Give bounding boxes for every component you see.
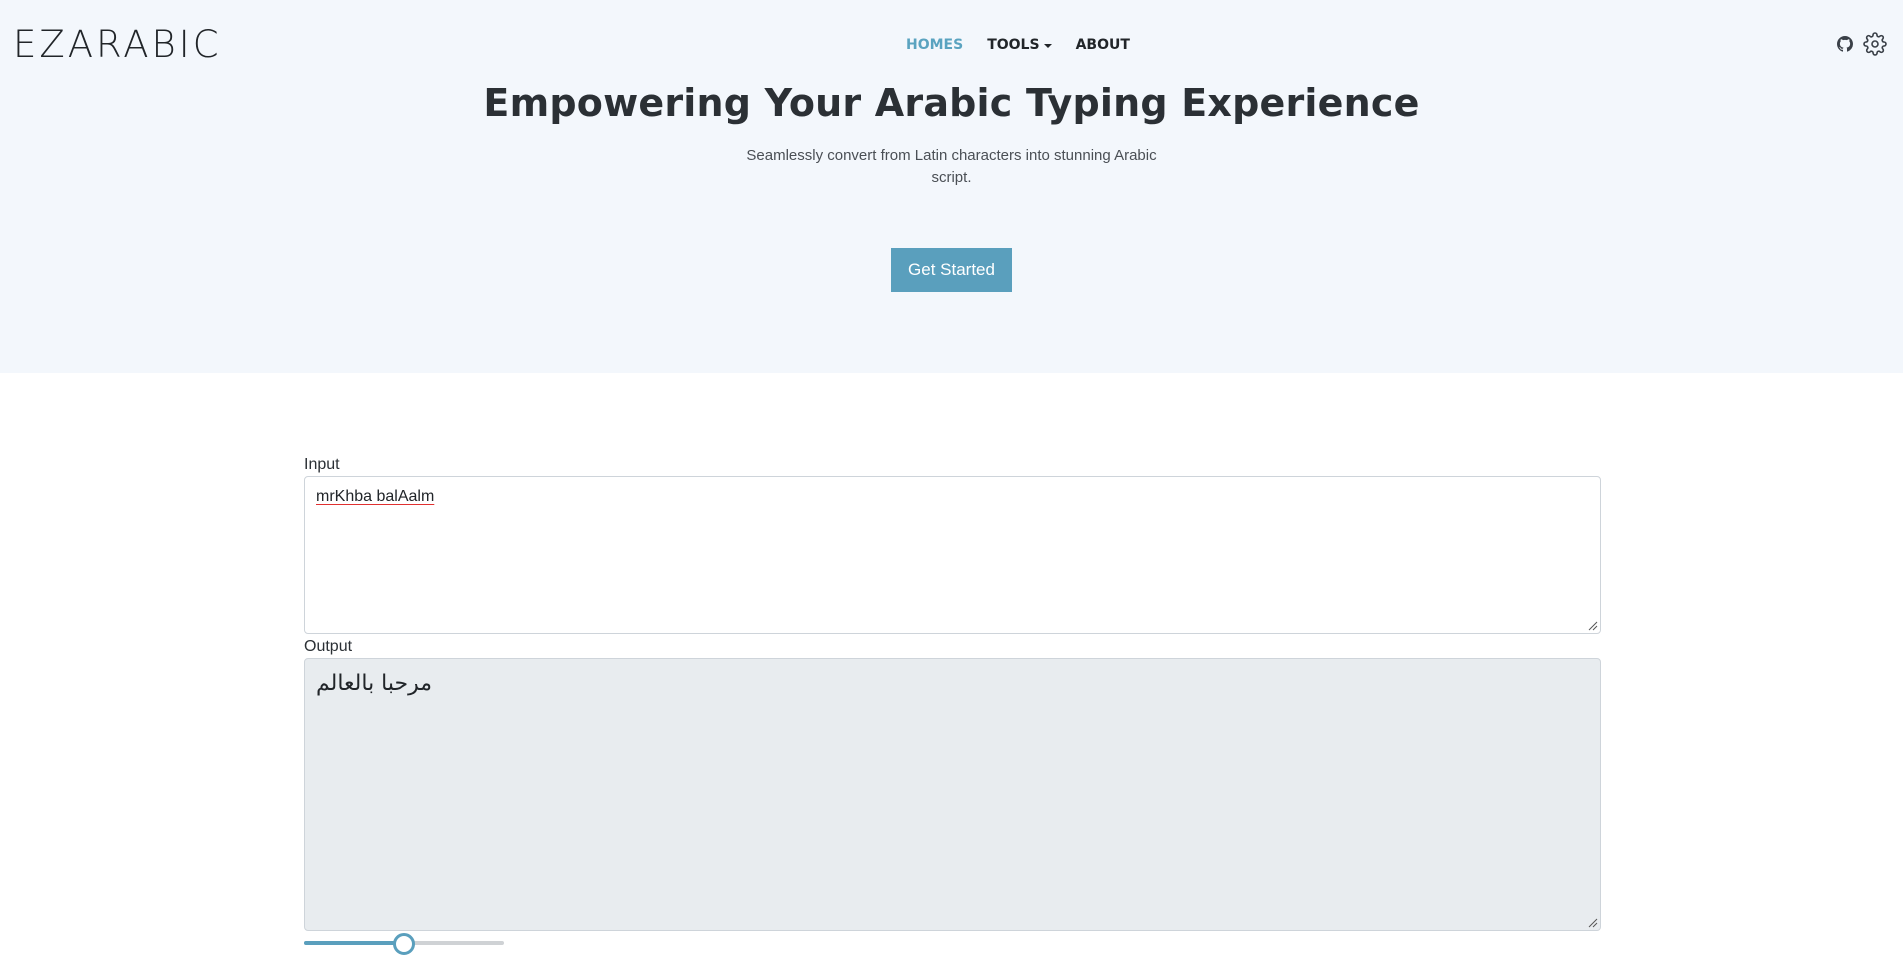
get-started-button[interactable]: Get Started [891, 248, 1012, 292]
nav-item-label: HOMES [906, 37, 964, 53]
caret-down-icon [1043, 43, 1052, 48]
nav-item-homes[interactable]: HOMES [906, 36, 963, 54]
nav-item-about[interactable]: ABOUT [1076, 36, 1130, 54]
header-icons [1837, 32, 1887, 61]
slider-thumb[interactable] [393, 933, 415, 955]
brand-logo[interactable]: EZARABIC [13, 22, 222, 67]
output-label: Output [304, 638, 353, 655]
gear-icon[interactable] [1863, 32, 1887, 61]
hero-subtitle: Seamlessly convert from Latin characters… [746, 147, 1157, 186]
input-label: Input [304, 456, 340, 473]
page-title: Empowering Your Arabic Typing Experience [483, 81, 1420, 125]
github-icon[interactable] [1837, 36, 1853, 57]
output-textarea[interactable]: مرحبا بالعالم [304, 658, 1601, 931]
nav-item-label: TOOLS [987, 37, 1040, 53]
main-nav: HOMES TOOLS ABOUT [906, 36, 1130, 54]
font-size-slider[interactable] [304, 932, 504, 955]
resize-handle-icon[interactable] [1586, 916, 1598, 928]
input-text: mrKhba balAalm [316, 488, 435, 505]
input-textarea[interactable]: mrKhba balAalm [304, 476, 1601, 634]
resize-handle-icon[interactable] [1586, 619, 1598, 631]
nav-item-tools[interactable]: TOOLS [987, 36, 1052, 54]
output-text: مرحبا بالعالم [316, 671, 433, 696]
nav-item-label: ABOUT [1075, 37, 1130, 53]
slider-fill [304, 941, 404, 945]
